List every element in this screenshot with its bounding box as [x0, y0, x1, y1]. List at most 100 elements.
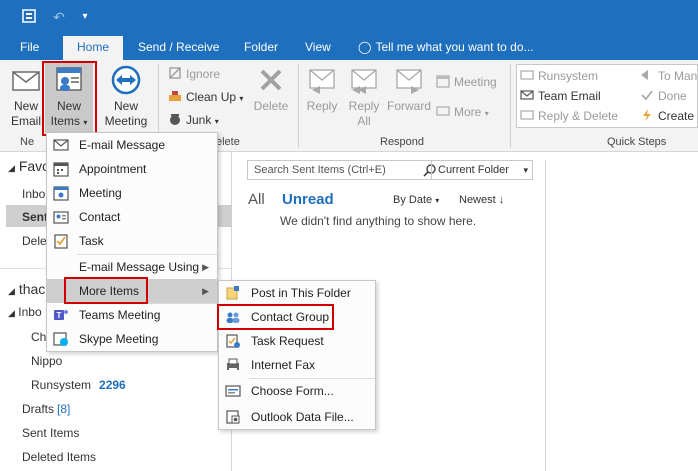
form-icon	[225, 385, 241, 397]
reply-all-button[interactable]: Reply All	[344, 64, 384, 129]
menu-item-email-message-using[interactable]: E-mail Message Using ▶	[47, 255, 217, 279]
ribbon-tabs: File Home Send / Receive Folder View ◯ Te…	[0, 34, 698, 60]
delete-label: Delete	[253, 99, 289, 113]
arrow-down-icon: ↓	[498, 194, 505, 206]
quickstep-reply-delete[interactable]: Reply & Delete	[520, 106, 618, 126]
quickstep-create-new[interactable]: Create I	[640, 106, 698, 126]
chevron-down-icon: ▾	[523, 165, 528, 175]
chevron-down-icon: ▾	[239, 94, 244, 103]
menu-item-teams-meeting[interactable]: T Teams Meeting	[47, 303, 217, 327]
lightbulb-icon: ◯	[358, 40, 372, 54]
search-input[interactable]: Search Sent Items (Ctrl+E)	[254, 164, 386, 176]
reply-all-label-1: Reply	[348, 99, 380, 113]
reply-button[interactable]: Reply	[302, 64, 342, 114]
contact-group-highlight	[217, 304, 334, 330]
reply-label: Reply	[306, 99, 338, 113]
new-meeting-label-1: New	[113, 99, 138, 113]
menu-item-choose-form[interactable]: Choose Form...	[219, 379, 375, 403]
more-items-highlight	[64, 277, 148, 304]
tab-file[interactable]: File	[14, 34, 45, 60]
ignore-icon	[168, 66, 182, 80]
skype-meeting-icon	[53, 332, 68, 346]
to-manager-icon	[640, 68, 654, 82]
folder-runsystem[interactable]: Runsystem 2296	[31, 378, 126, 392]
ignore-button[interactable]: Ignore	[168, 64, 220, 84]
folder-ch[interactable]: Ch	[31, 330, 46, 344]
menu-item-meeting[interactable]: Meeting	[47, 181, 217, 205]
quickstep-to-manager[interactable]: To Man	[640, 66, 697, 86]
filter-all[interactable]: All	[248, 191, 265, 208]
meeting-reply-icon	[436, 74, 450, 88]
sort-order-toggle[interactable]: Newest ↓	[459, 194, 504, 206]
favorites-header[interactable]: ◢ Favo	[8, 158, 50, 174]
menu-item-post-in-folder[interactable]: Post in This Folder	[219, 281, 375, 305]
new-email-button[interactable]: New Email	[6, 64, 46, 129]
meeting-reply-button[interactable]: Meeting	[436, 72, 497, 92]
menu-item-task-request[interactable]: Task Request	[219, 329, 375, 353]
undo-icon[interactable]: ↶	[50, 8, 68, 26]
menu-item-task[interactable]: Task	[47, 229, 217, 253]
ribbon-separator	[510, 64, 511, 148]
folder-nippo[interactable]: Nippo	[31, 354, 62, 368]
delete-x-icon	[260, 69, 282, 91]
junk-icon	[168, 112, 182, 126]
folder-inbox[interactable]: ◢ Inbo	[8, 305, 42, 319]
menu-item-internet-fax[interactable]: Internet Fax	[219, 353, 375, 377]
task-request-icon	[226, 334, 240, 348]
tab-view[interactable]: View	[299, 34, 337, 60]
title-bar: ↶ ▾	[0, 0, 698, 34]
group-new-label: Ne	[20, 136, 35, 148]
tab-send-receive[interactable]: Send / Receive	[132, 34, 225, 60]
menu-item-appointment[interactable]: Appointment	[47, 157, 217, 181]
folder-sent-items[interactable]: Sent Items	[22, 426, 79, 440]
reply-delete-icon	[520, 108, 534, 122]
drafts-count: [8]	[57, 402, 71, 416]
svg-text:T: T	[57, 311, 62, 320]
tell-me-search[interactable]: ◯ Tell me what you want to do...	[352, 34, 540, 60]
menu-item-skype-meeting[interactable]: Skype Meeting	[47, 327, 217, 351]
post-icon	[226, 286, 239, 300]
tell-me-label: Tell me what you want to do...	[375, 40, 534, 54]
folder-deleted-items[interactable]: Deleted Items	[22, 450, 96, 464]
new-items-highlight	[42, 61, 97, 136]
chevron-down-icon: ▾	[214, 117, 219, 126]
forward-button[interactable]: Forward	[386, 64, 432, 114]
more-respond-button[interactable]: More ▾	[436, 102, 489, 122]
contact-card-icon	[53, 211, 69, 224]
sendreceive-icon[interactable]	[20, 8, 38, 26]
quickstep-runsystem[interactable]: Runsystem	[520, 66, 598, 86]
unread-count: 2296	[99, 378, 126, 392]
collapse-icon: ◢	[8, 163, 15, 173]
filter-unread[interactable]: Unread	[282, 191, 334, 208]
team-email-icon	[520, 88, 534, 102]
calendar-icon	[53, 162, 69, 177]
account-header[interactable]: ◢ thac	[8, 281, 45, 297]
more-respond-icon	[436, 104, 450, 118]
favorite-sent[interactable]: Sent	[22, 210, 48, 224]
delete-button[interactable]: Delete	[250, 64, 292, 114]
new-email-label-1: New	[13, 99, 38, 113]
submenu-arrow-icon: ▶	[202, 262, 209, 272]
cleanup-button[interactable]: Clean Up ▾	[168, 87, 243, 107]
reply-all-icon	[351, 69, 377, 94]
new-meeting-button[interactable]: New Meeting	[101, 64, 151, 129]
teams-icon: T	[54, 310, 68, 320]
sort-by-dropdown[interactable]: By Date ▾	[393, 194, 439, 206]
tab-home[interactable]: Home	[63, 36, 123, 60]
data-file-icon	[226, 410, 240, 424]
menu-item-email-message[interactable]: E-mail Message	[47, 133, 217, 157]
customize-icon[interactable]: ▾	[76, 8, 94, 26]
quickstep-done[interactable]: Done	[640, 86, 687, 106]
tab-folder[interactable]: Folder	[238, 34, 284, 60]
submenu-arrow-icon: ▶	[202, 286, 209, 296]
folder-drafts[interactable]: Drafts [8]	[22, 402, 70, 416]
quickstep-team-email[interactable]: Team Email	[520, 86, 601, 106]
reading-pane-divider	[545, 160, 546, 471]
checkmark-icon	[640, 88, 654, 102]
menu-item-contact[interactable]: Contact	[47, 205, 217, 229]
search-box[interactable]: Search Sent Items (Ctrl+E) Current Folde…	[247, 160, 533, 180]
search-scope-dropdown[interactable]: Current Folder ▾	[431, 161, 533, 179]
favorite-inbox[interactable]: Inbo	[22, 187, 45, 201]
menu-item-outlook-data-file[interactable]: Outlook Data File...	[219, 405, 375, 429]
junk-button[interactable]: Junk ▾	[168, 110, 219, 130]
